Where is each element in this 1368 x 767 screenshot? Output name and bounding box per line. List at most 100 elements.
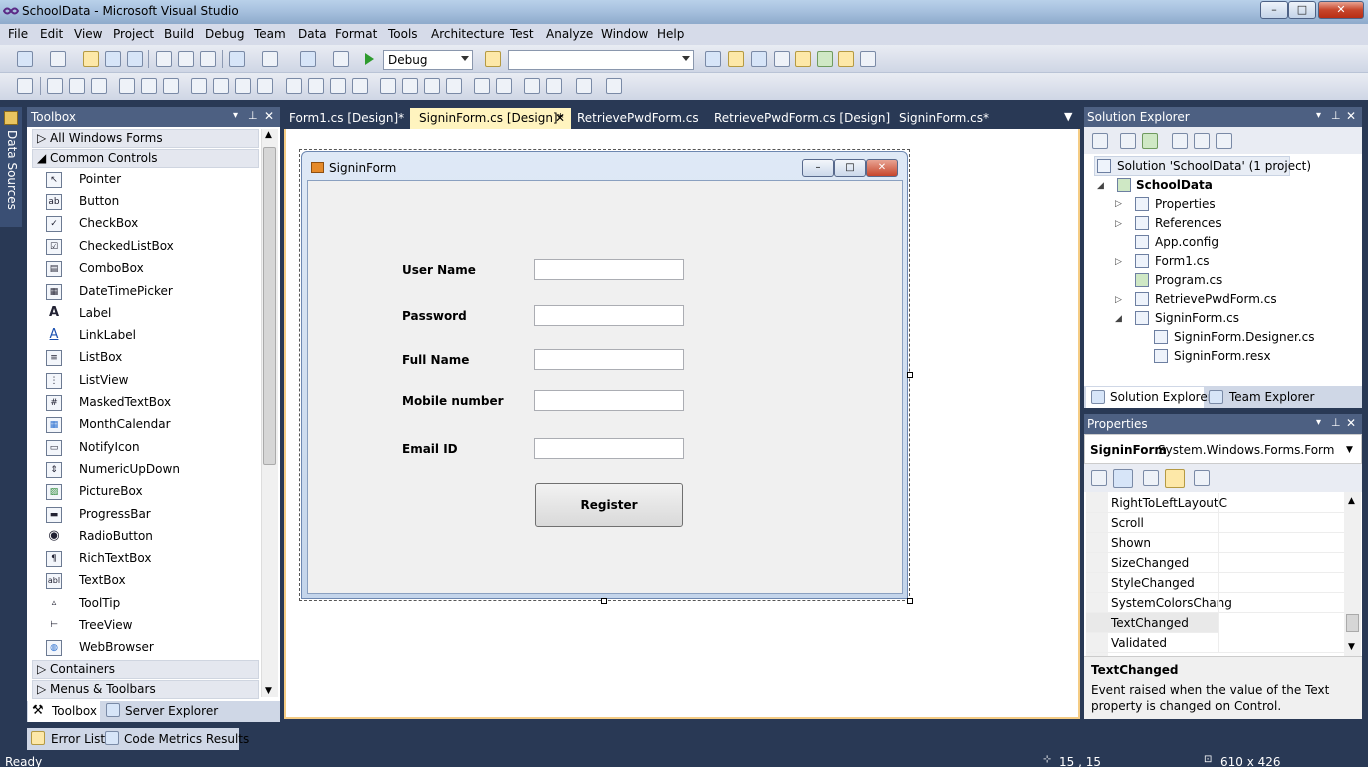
- extension-manager-icon[interactable]: [838, 51, 854, 67]
- tool-maskedtextbox[interactable]: # MaskedTextBox: [46, 392, 246, 414]
- categorized-icon[interactable]: [1091, 470, 1107, 486]
- email-id-label[interactable]: Email ID: [402, 442, 458, 456]
- tab-retrievepwdform-design[interactable]: RetrievePwdForm.cs [Design]: [714, 111, 890, 125]
- bring-to-front-icon[interactable]: [524, 78, 540, 94]
- view-designer-icon[interactable]: [1194, 133, 1210, 149]
- menu-format[interactable]: Format: [335, 27, 377, 41]
- start-page-icon[interactable]: [817, 51, 833, 67]
- property-value[interactable]: [1218, 633, 1344, 653]
- copy-icon[interactable]: [178, 51, 194, 67]
- properties-view-icon[interactable]: [1143, 470, 1159, 486]
- tab-order-icon[interactable]: [576, 78, 592, 94]
- mobile-number-label[interactable]: Mobile number: [402, 394, 504, 408]
- email-id-textbox[interactable]: [534, 438, 684, 459]
- group-all-windows-forms[interactable]: ▷ All Windows Forms: [32, 129, 259, 148]
- tree-project[interactable]: SchoolData: [1136, 178, 1213, 192]
- close-icon[interactable]: ✕: [264, 109, 274, 123]
- navigate-backward-icon[interactable]: [300, 51, 316, 67]
- events-icon[interactable]: [1165, 469, 1185, 488]
- menu-data[interactable]: Data: [298, 27, 327, 41]
- property-pages-icon[interactable]: [1194, 470, 1210, 486]
- scroll-down-arrow-icon[interactable]: ▼: [1348, 642, 1355, 652]
- menu-edit[interactable]: Edit: [40, 27, 63, 41]
- tool-treeview[interactable]: ⊢ TreeView: [46, 615, 246, 637]
- tool-label[interactable]: A Label: [46, 303, 246, 325]
- menu-architecture[interactable]: Architecture: [431, 27, 504, 41]
- panel-menu-icon[interactable]: ▾: [233, 110, 238, 121]
- property-value[interactable]: [1218, 513, 1344, 533]
- resize-handle-corner[interactable]: [907, 598, 913, 604]
- property-scroll-thumb[interactable]: [1346, 614, 1359, 632]
- expand-arrow-icon[interactable]: ▷: [1115, 295, 1122, 305]
- property-value[interactable]: [1218, 553, 1344, 573]
- align-bottoms-icon[interactable]: [163, 78, 179, 94]
- menu-file[interactable]: File: [8, 27, 28, 41]
- command-window-icon[interactable]: [860, 51, 876, 67]
- increase-horizontal-spacing-icon[interactable]: [308, 78, 324, 94]
- decrease-vertical-spacing-icon[interactable]: [424, 78, 440, 94]
- menu-view[interactable]: View: [74, 27, 102, 41]
- mobile-number-textbox[interactable]: [534, 390, 684, 411]
- redo-icon[interactable]: [262, 51, 278, 67]
- expand-arrow-icon[interactable]: ▷: [1115, 257, 1122, 267]
- find-symbol-icon[interactable]: [705, 51, 721, 67]
- property-row-selected[interactable]: TextChanged: [1086, 613, 1344, 633]
- find-in-files-icon[interactable]: [485, 51, 501, 67]
- expand-arrow-icon[interactable]: ▷: [1115, 219, 1122, 229]
- close-icon[interactable]: ✕: [1346, 109, 1356, 123]
- find-combo[interactable]: [508, 50, 694, 70]
- close-tab-icon[interactable]: ✕: [555, 111, 565, 125]
- align-rights-icon[interactable]: [91, 78, 107, 94]
- tool-tooltip[interactable]: ▵ ToolTip: [46, 593, 246, 615]
- tree-form1[interactable]: Form1.cs: [1155, 254, 1210, 268]
- add-item-icon[interactable]: [50, 51, 66, 67]
- decrease-horizontal-spacing-icon[interactable]: [330, 78, 346, 94]
- group-common-controls[interactable]: ◢ Common Controls: [32, 149, 259, 168]
- menu-project[interactable]: Project: [113, 27, 154, 41]
- show-all-files-icon[interactable]: [1120, 133, 1136, 149]
- make-same-height-icon[interactable]: [213, 78, 229, 94]
- menu-window[interactable]: Window: [601, 27, 648, 41]
- close-button[interactable]: ✕: [1318, 1, 1364, 19]
- tool-pointer[interactable]: ↖ Pointer: [46, 169, 246, 191]
- minimize-button[interactable]: –: [1260, 1, 1288, 19]
- password-label[interactable]: Password: [402, 309, 467, 323]
- refresh-icon[interactable]: [1142, 133, 1158, 149]
- undo-icon[interactable]: [229, 51, 245, 67]
- save-all-icon[interactable]: [127, 51, 143, 67]
- solution-configuration-dropdown[interactable]: Debug: [383, 50, 473, 70]
- tool-button[interactable]: ab Button: [46, 191, 246, 213]
- menu-debug[interactable]: Debug: [205, 27, 244, 41]
- alphabetical-icon[interactable]: [1113, 469, 1133, 488]
- tool-monthcalendar[interactable]: ▦ MonthCalendar: [46, 414, 246, 436]
- scroll-up-arrow-icon[interactable]: ▲: [1348, 496, 1355, 506]
- menu-help[interactable]: Help: [657, 27, 684, 41]
- tool-webbrowser[interactable]: ◍ WebBrowser: [46, 637, 246, 659]
- property-row[interactable]: Validated: [1086, 633, 1344, 653]
- pin-icon[interactable]: ⊥: [1331, 109, 1341, 122]
- view-code-icon[interactable]: [1172, 133, 1188, 149]
- tool-combobox[interactable]: ▤ ComboBox: [46, 258, 246, 280]
- tree-references[interactable]: References: [1155, 216, 1222, 230]
- tree-app-config[interactable]: App.config: [1155, 235, 1219, 249]
- paste-icon[interactable]: [200, 51, 216, 67]
- pin-icon[interactable]: ⊥: [1331, 416, 1341, 429]
- align-centers-icon[interactable]: [69, 78, 85, 94]
- property-value[interactable]: [1218, 593, 1344, 613]
- tab-signinform-design[interactable]: SigninForm.cs [Design]*: [419, 111, 564, 125]
- panel-menu-icon[interactable]: ▾: [1316, 110, 1321, 121]
- tool-listview[interactable]: ⋮ ListView: [46, 370, 246, 392]
- collapse-arrow-icon[interactable]: ◢: [1115, 314, 1122, 324]
- new-project-icon[interactable]: [17, 51, 33, 67]
- increase-vertical-spacing-icon[interactable]: [402, 78, 418, 94]
- align-to-grid-icon[interactable]: [17, 78, 33, 94]
- remove-vertical-spacing-icon[interactable]: [446, 78, 462, 94]
- property-value[interactable]: [1218, 573, 1344, 593]
- group-containers[interactable]: ▷ Containers: [32, 660, 259, 679]
- make-same-size-icon[interactable]: [235, 78, 251, 94]
- team-explorer-tab[interactable]: Team Explorer: [1229, 390, 1315, 404]
- property-value[interactable]: [1218, 533, 1344, 553]
- view-class-diagram-icon[interactable]: [1216, 133, 1232, 149]
- property-value[interactable]: [1218, 613, 1344, 633]
- tool-linklabel[interactable]: A LinkLabel: [46, 325, 246, 347]
